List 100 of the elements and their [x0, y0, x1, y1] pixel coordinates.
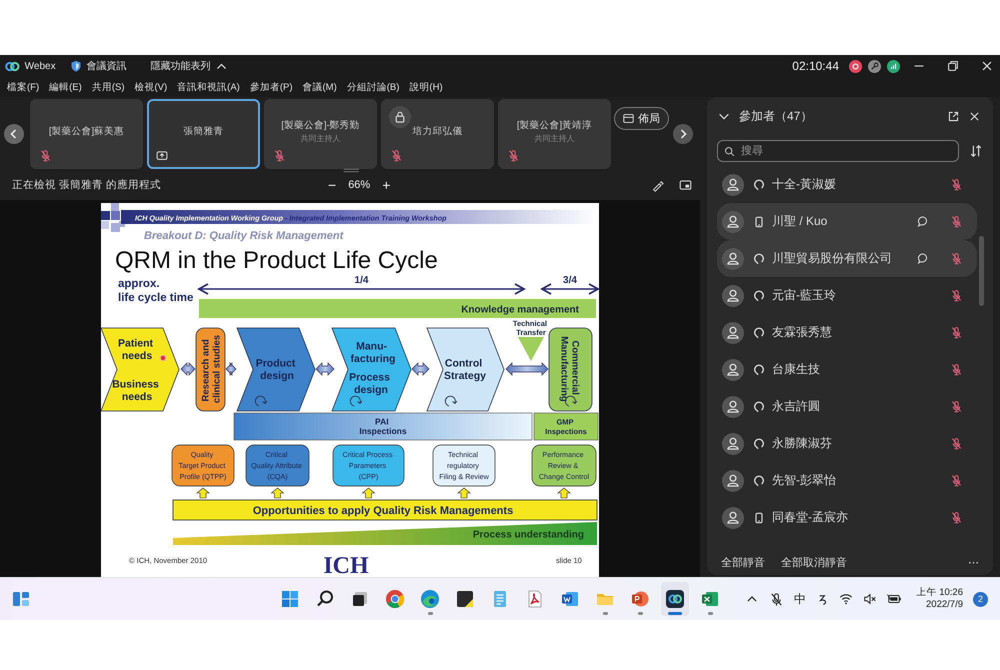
menu-item[interactable]: 會議(M)	[298, 80, 342, 94]
video-tile[interactable]: 培力邱弘儀	[381, 98, 494, 168]
search-field[interactable]: 搜尋	[717, 140, 959, 162]
double-arrow	[180, 362, 196, 376]
video-tile[interactable]: [製藥公會]蘇美惠	[30, 98, 143, 168]
notes-icon[interactable]	[455, 589, 475, 609]
hide-menu-button[interactable]: 隱藏功能表列	[150, 59, 228, 73]
widgets-icon[interactable]	[11, 589, 31, 609]
meeting-info-link[interactable]: 會議資訊	[86, 59, 127, 73]
avatar-icon	[722, 174, 744, 196]
webex-logo-icon	[5, 60, 20, 72]
start-icon[interactable]	[280, 589, 300, 609]
chat-icon[interactable]	[917, 252, 930, 265]
resize-handle[interactable]	[343, 168, 360, 173]
more-button[interactable]: ⋯	[966, 556, 981, 568]
volume-muted-icon[interactable]	[862, 592, 877, 606]
pop-out-icon[interactable]	[947, 110, 960, 122]
video-tile[interactable]: [製藥公會]黃靖淳 共同主持人	[498, 98, 611, 168]
participant-row[interactable]: 友霖張秀慧	[717, 314, 977, 351]
participant-name[interactable]: 友霖張秀慧	[772, 324, 832, 341]
menu-item[interactable]: 參加者(P)	[244, 80, 298, 94]
participant-row[interactable]: 永勝陳淑芬	[717, 425, 977, 462]
phone-icon	[753, 216, 765, 228]
participant-name[interactable]: 台康生技	[772, 361, 820, 378]
stage-label: Business needs	[112, 378, 159, 404]
battery-icon[interactable]	[886, 592, 903, 606]
span-label: 3/4	[563, 275, 577, 286]
scroll-right-button[interactable]	[673, 124, 693, 144]
scrollbar-thumb[interactable]	[979, 236, 984, 306]
search-icon[interactable]	[315, 589, 335, 609]
participant-row[interactable]: 川聖貿易股份有限公司	[717, 240, 977, 277]
participant-name[interactable]: 同春堂-孟宸亦	[772, 509, 848, 526]
up-arrow	[457, 488, 471, 498]
participant-name[interactable]: 元宙-藍玉玲	[772, 287, 836, 304]
chat-icon[interactable]	[917, 215, 930, 228]
pop-out-view-icon[interactable]	[679, 178, 692, 192]
menu-item[interactable]: 說明(H)	[404, 80, 448, 94]
avatar-icon	[722, 358, 744, 380]
spreadsheet-icon[interactable]	[700, 589, 720, 609]
corner-squares-drawing	[101, 203, 125, 232]
task-view-icon[interactable]	[350, 589, 370, 609]
understanding-label: Process understanding	[472, 530, 584, 540]
wifi-icon[interactable]	[838, 592, 853, 606]
participant-row[interactable]: 先智-彭翠怡	[717, 462, 977, 499]
video-tile[interactable]: [製藥公會]-鄭秀勤 共同主持人	[264, 98, 377, 168]
meeting-timer: 02:10:44	[792, 59, 839, 73]
participant-name[interactable]: 永勝陳淑芬	[772, 435, 832, 452]
signal-bars-icon[interactable]	[887, 60, 900, 72]
sort-icon[interactable]	[969, 144, 983, 158]
avatar-icon	[722, 284, 744, 306]
participant-row[interactable]: 川聖 / Kuo	[717, 203, 977, 240]
menu-item[interactable]: 分組討論(B)	[342, 80, 404, 94]
avatar-icon	[722, 210, 744, 232]
participant-row[interactable]: 十全-黃淑媛	[717, 166, 977, 203]
avatar-icon	[722, 432, 744, 454]
browser-icon[interactable]	[385, 589, 405, 609]
close-icon[interactable]	[980, 59, 994, 73]
key-icon[interactable]	[868, 60, 881, 72]
browser-icon[interactable]	[420, 589, 440, 609]
up-arrow	[270, 488, 284, 498]
participant-name[interactable]: 川聖 / Kuo	[772, 213, 828, 230]
participant-name[interactable]: 永吉許圓	[772, 398, 820, 415]
menu-item[interactable]: 檔案(F)	[2, 80, 44, 94]
video-tile[interactable]: 張簡雅青	[147, 98, 260, 168]
recording-icon[interactable]	[849, 60, 862, 72]
zoom-out-button[interactable]: −	[326, 178, 338, 192]
scroll-left-button[interactable]	[4, 124, 24, 144]
meeting-app-icon[interactable]	[665, 589, 685, 609]
close-icon[interactable]	[968, 110, 981, 122]
presentation-icon[interactable]	[630, 589, 650, 609]
notification-badge[interactable]: 2	[973, 592, 988, 606]
mic-muted-icon[interactable]	[768, 592, 784, 606]
participant-row[interactable]: 台康生技	[717, 351, 977, 388]
ich-logo: ICH	[323, 553, 369, 577]
menu-item[interactable]: 編輯(E)	[44, 80, 87, 94]
clock-date[interactable]: 2022/7/9	[926, 599, 963, 611]
participant-row[interactable]: 永吉許圓	[717, 388, 977, 425]
mute-all-button[interactable]: 全部靜音	[719, 554, 767, 570]
shield-icon[interactable]	[70, 60, 82, 72]
participant-row[interactable]: 元宙-藍玉玲	[717, 277, 977, 314]
role-label: 共同主持人	[534, 133, 574, 144]
unmute-all-button[interactable]: 全部取消靜音	[779, 554, 849, 570]
avatar-icon	[722, 506, 744, 528]
menu-item[interactable]: 音訊和視訊(A)	[172, 80, 245, 94]
clock-time[interactable]: 上午 10:26	[916, 587, 963, 599]
participant-name[interactable]: 先智-彭翠怡	[772, 472, 836, 489]
input-language-indicator[interactable]: 中	[794, 590, 806, 608]
annotate-icon[interactable]	[652, 178, 665, 192]
restore-icon[interactable]	[946, 59, 960, 73]
participant-name[interactable]: 十全-黃淑媛	[772, 176, 836, 193]
panel-title: 參加者（47）	[739, 108, 812, 124]
menu-item[interactable]: 共用(S)	[86, 80, 130, 94]
participant-name[interactable]: 川聖貿易股份有限公司	[772, 250, 892, 267]
layout-icon	[623, 113, 634, 124]
zoom-in-button[interactable]: +	[380, 178, 392, 192]
participant-row[interactable]: 同春堂-孟宸亦	[717, 499, 977, 536]
document-icon[interactable]	[560, 589, 580, 609]
menu-item[interactable]: 檢視(V)	[129, 80, 172, 94]
layout-button[interactable]: 佈局	[614, 107, 669, 130]
inspection-label: PAI Inspections	[359, 416, 407, 436]
